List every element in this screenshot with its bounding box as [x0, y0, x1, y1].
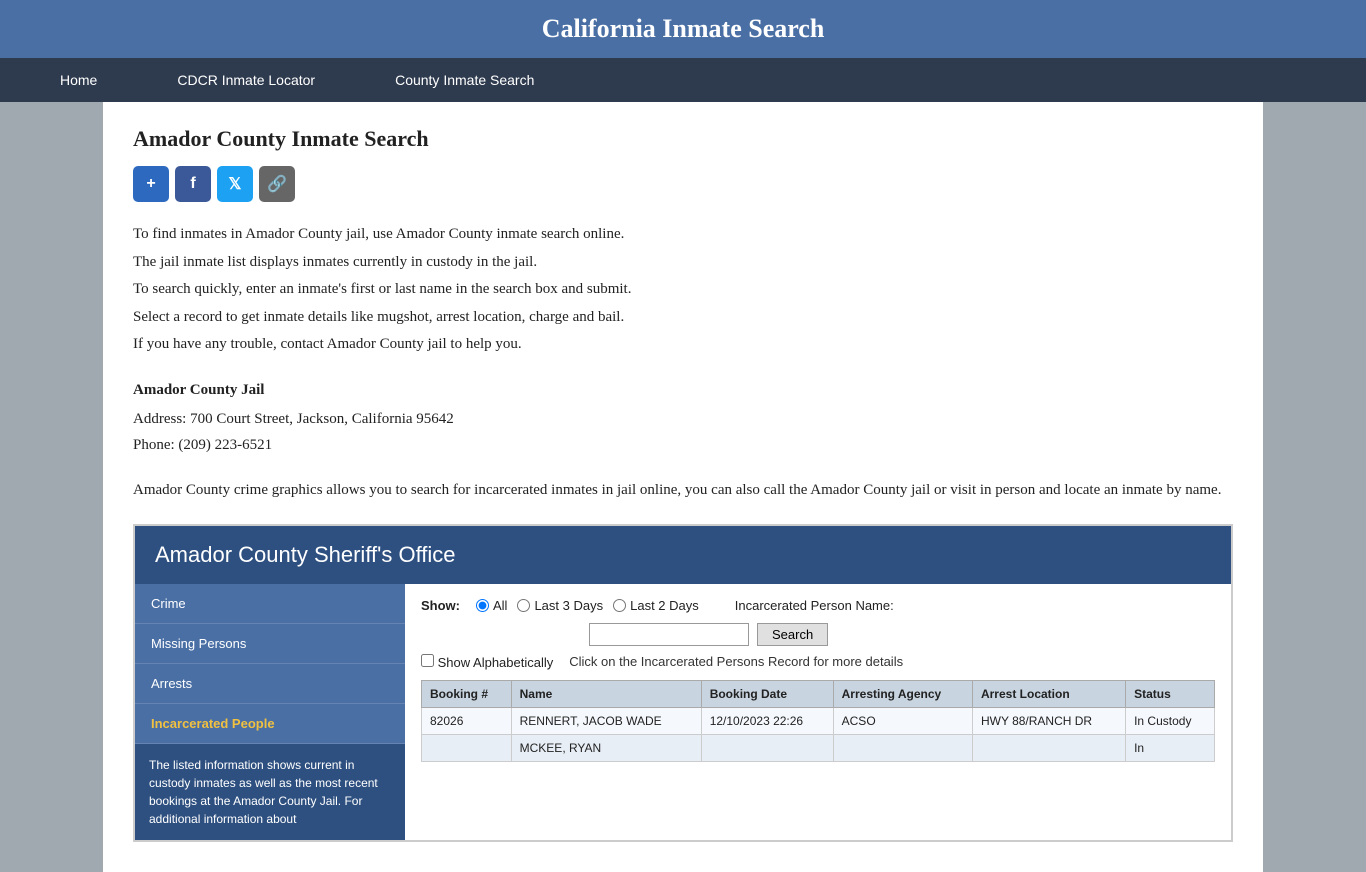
sheriff-title: Amador County Sheriff's Office	[155, 542, 456, 567]
radio-all-input[interactable]	[476, 599, 489, 612]
cell-5: In Custody	[1126, 707, 1215, 734]
cell-0	[422, 734, 512, 761]
table-header-row: Booking # Name Booking Date Arresting Ag…	[422, 680, 1215, 707]
sheriff-body: Crime Missing Persons Arrests Incarcerat…	[135, 584, 1231, 840]
radio-all-label: All	[493, 598, 507, 613]
radio-3days-label: Last 3 Days	[534, 598, 603, 613]
facebook-button[interactable]: f	[175, 166, 211, 202]
cell-3	[833, 734, 972, 761]
jail-name: Amador County Jail	[133, 378, 1233, 404]
description-text: Amador County crime graphics allows you …	[133, 478, 1233, 504]
name-search-label: Incarcerated Person Name:	[735, 598, 894, 613]
info-p5: If you have any trouble, contact Amador …	[133, 332, 1233, 358]
radio-2days[interactable]: Last 2 Days	[613, 598, 699, 613]
cell-4: HWY 88/RANCH DR	[972, 707, 1125, 734]
nav-home[interactable]: Home	[20, 58, 137, 102]
info-block: To find inmates in Amador County jail, u…	[133, 222, 1233, 358]
info-p1: To find inmates in Amador County jail, u…	[133, 222, 1233, 248]
link-button[interactable]: 🔗	[259, 166, 295, 202]
main-nav: Home CDCR Inmate Locator County Inmate S…	[0, 58, 1366, 102]
cell-4	[972, 734, 1125, 761]
col-status: Status	[1126, 680, 1215, 707]
col-agency: Arresting Agency	[833, 680, 972, 707]
share-buttons: + f 𝕏 🔗	[133, 166, 1233, 202]
radio-2days-label: Last 2 Days	[630, 598, 699, 613]
cell-5: In	[1126, 734, 1215, 761]
alpha-row: Show Alphabetically Click on the Incarce…	[421, 654, 1215, 670]
name-search-group: Incarcerated Person Name:	[735, 598, 894, 613]
sheriff-main: Show: All Last 3 Days Last 2 Days	[405, 584, 1231, 840]
sidebar-info: The listed information shows current in …	[135, 744, 405, 840]
cell-0: 82026	[422, 707, 512, 734]
page-heading: Amador County Inmate Search	[133, 126, 1233, 152]
alpha-label-text: Show Alphabetically	[438, 655, 554, 670]
sheriff-sidebar: Crime Missing Persons Arrests Incarcerat…	[135, 584, 405, 840]
info-p2: The jail inmate list displays inmates cu…	[133, 250, 1233, 276]
table-row[interactable]: 82026RENNERT, JACOB WADE12/10/2023 22:26…	[422, 707, 1215, 734]
col-booking: Booking #	[422, 680, 512, 707]
sidebar-missing[interactable]: Missing Persons	[135, 624, 405, 664]
cell-2	[701, 734, 833, 761]
alpha-checkbox-label[interactable]: Show Alphabetically	[421, 654, 553, 670]
sidebar-crime[interactable]: Crime	[135, 584, 405, 624]
radio-3days[interactable]: Last 3 Days	[517, 598, 603, 613]
inmate-name-input[interactable]	[589, 623, 749, 646]
radio-all[interactable]: All	[476, 598, 507, 613]
radio-group: All Last 3 Days Last 2 Days	[476, 598, 699, 613]
info-p3: To search quickly, enter an inmate's fir…	[133, 277, 1233, 303]
col-date: Booking Date	[701, 680, 833, 707]
description-block: Amador County crime graphics allows you …	[133, 478, 1233, 504]
jail-address: Address: 700 Court Street, Jackson, Cali…	[133, 407, 1233, 433]
cell-2: 12/10/2023 22:26	[701, 707, 833, 734]
twitter-button[interactable]: 𝕏	[217, 166, 253, 202]
sidebar-arrests[interactable]: Arrests	[135, 664, 405, 704]
search-button[interactable]: Search	[757, 623, 828, 646]
col-location: Arrest Location	[972, 680, 1125, 707]
sheriff-header: Amador County Sheriff's Office	[135, 526, 1231, 584]
info-p4: Select a record to get inmate details li…	[133, 305, 1233, 331]
site-title: California Inmate Search	[542, 14, 825, 43]
cell-3: ACSO	[833, 707, 972, 734]
nav-county[interactable]: County Inmate Search	[355, 58, 574, 102]
table-row[interactable]: MCKEE, RYAN In	[422, 734, 1215, 761]
cell-1: MCKEE, RYAN	[511, 734, 701, 761]
share-button[interactable]: +	[133, 166, 169, 202]
col-name: Name	[511, 680, 701, 707]
alpha-checkbox[interactable]	[421, 654, 434, 667]
sidebar-incarcerated[interactable]: Incarcerated People	[135, 704, 405, 744]
inmate-table: Booking # Name Booking Date Arresting Ag…	[421, 680, 1215, 762]
jail-phone: Phone: (209) 223-6521	[133, 433, 1233, 459]
show-label: Show:	[421, 598, 460, 613]
search-controls: Show: All Last 3 Days Last 2 Days	[421, 598, 1215, 613]
search-input-row: Search	[421, 623, 1215, 646]
nav-cdcr[interactable]: CDCR Inmate Locator	[137, 58, 355, 102]
inmate-tbody: 82026RENNERT, JACOB WADE12/10/2023 22:26…	[422, 707, 1215, 761]
click-instruction: Click on the Incarcerated Persons Record…	[569, 654, 903, 669]
jail-info: Amador County Jail Address: 700 Court St…	[133, 378, 1233, 459]
sheriff-widget: Amador County Sheriff's Office Crime Mis…	[133, 524, 1233, 842]
site-header: California Inmate Search	[0, 0, 1366, 58]
content-area: Amador County Inmate Search + f 𝕏 🔗 To f…	[103, 102, 1263, 872]
radio-2days-input[interactable]	[613, 599, 626, 612]
cell-1: RENNERT, JACOB WADE	[511, 707, 701, 734]
radio-3days-input[interactable]	[517, 599, 530, 612]
